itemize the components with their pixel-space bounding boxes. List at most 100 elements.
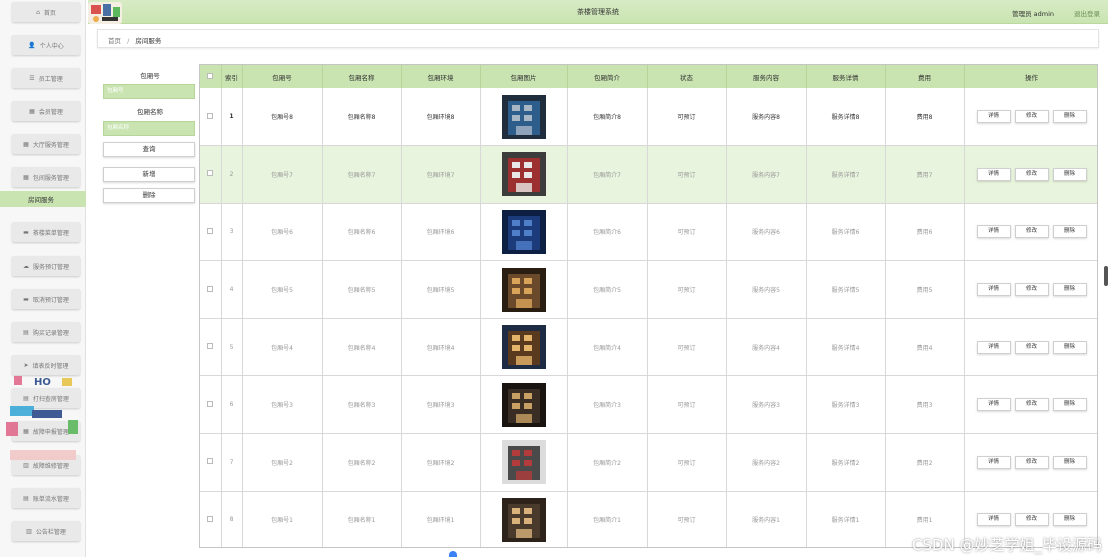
chat-icon: ▬	[23, 228, 29, 236]
row-checkbox[interactable]	[207, 458, 214, 465]
table-row[interactable]: 6 包厢号3 包厢名称3 包厢环境3 包厢简介3 可预订 服务内容3 服务详情3 费用3 详情 修改…	[200, 375, 1097, 435]
cell-env: 包厢环境2	[401, 433, 481, 492]
detail-button[interactable]: 详情	[976, 398, 1011, 412]
grid-icon: ▦	[29, 107, 35, 115]
room-name-input[interactable]: 包厢名称	[103, 121, 195, 136]
sidebar-item-7[interactable]: ▬ 茶楼菜单管理	[12, 222, 80, 242]
sidebar-item-8[interactable]: ☁ 服务预订管理	[12, 256, 80, 276]
edit-button[interactable]: 修改	[1014, 283, 1049, 297]
row-index: 7	[221, 433, 243, 492]
sidebar-item-4[interactable]: ▦ 会员管理	[12, 101, 80, 121]
detail-button[interactable]: 详情	[976, 340, 1011, 354]
edit-button[interactable]: 修改	[1014, 110, 1049, 124]
table-row[interactable]: 4 包厢号5 包厢名称5 包厢环境5 包厢简介5 可预订 服务内容5 服务详情5 费用5 详情 修改…	[200, 260, 1097, 319]
room-image-cell	[480, 203, 568, 262]
row-select-cell[interactable]	[200, 318, 222, 377]
edit-button[interactable]: 修改	[1014, 340, 1049, 354]
query-button[interactable]: 查询	[103, 142, 195, 157]
edit-button[interactable]: 修改	[1014, 398, 1049, 412]
table-row[interactable]: 5 包厢号4 包厢名称4 包厢环境4 包厢简介4 可预订 服务内容4 服务详情4 费用4 详情 修改…	[200, 318, 1097, 377]
sidebar-item-16[interactable]: ▥ 公告栏管理	[12, 521, 80, 541]
cell-fee: 费用8	[885, 88, 965, 147]
delete-button[interactable]: 删除	[1052, 167, 1087, 181]
table-row[interactable]: 3 包厢号6 包厢名称6 包厢环境6 包厢简介6 可预订 服务内容6 服务详情6 费用6 详情 修改…	[200, 203, 1097, 262]
row-checkbox[interactable]	[207, 515, 214, 522]
detail-button[interactable]: 详情	[976, 110, 1011, 124]
doc-icon: ▤	[23, 328, 29, 336]
doc-icon: ▤	[23, 494, 29, 502]
column-header: 服务详情	[806, 65, 886, 88]
sidebar-subitem-room-service[interactable]: 房间服务	[0, 191, 86, 207]
edit-button[interactable]: 修改	[1014, 167, 1049, 181]
cell-detail: 服务详情4	[806, 318, 886, 377]
sidebar-item-9[interactable]: ▬ 取消预订管理	[12, 289, 80, 309]
edit-button[interactable]: 修改	[1014, 513, 1049, 527]
cell-env: 包厢环境7	[401, 145, 481, 204]
page-scrollbar[interactable]	[1104, 266, 1108, 286]
sidebar-item-6[interactable]: ▦ 包间服务管理	[12, 167, 80, 187]
room-no-input[interactable]: 包厢号	[103, 84, 195, 99]
detail-button[interactable]: 详情	[976, 283, 1011, 297]
room-no-label: 包厢号	[140, 72, 160, 80]
detail-button[interactable]: 详情	[976, 167, 1011, 181]
row-select-cell[interactable]	[200, 88, 222, 147]
delete-button[interactable]: 删除	[1052, 225, 1087, 239]
logout-link[interactable]: 退出登录	[1074, 8, 1100, 18]
delete-button[interactable]: 删除	[1052, 283, 1087, 297]
delete-button[interactable]: 删除	[1052, 110, 1087, 124]
breadcrumb-home[interactable]: 首页	[108, 37, 121, 45]
delete-button[interactable]: 删除	[1052, 340, 1087, 354]
delete-button[interactable]: 删除	[1052, 513, 1087, 527]
scroll-indicator[interactable]	[449, 551, 457, 557]
sidebar-item-1[interactable]: ⌂ 首页	[12, 2, 80, 22]
sidebar-item-3[interactable]: ☰ 员工管理	[12, 68, 80, 88]
sidebar-item-label: 包间服务管理	[32, 174, 69, 182]
table-row[interactable]: 7 包厢号2 包厢名称2 包厢环境2 包厢简介2 可预订 服务内容2 服务详情2 费用2 详情 修改…	[200, 433, 1097, 492]
cell-content: 服务内容6	[726, 203, 807, 262]
sidebar-item-label: 个人中心	[39, 42, 64, 50]
row-checkbox[interactable]	[207, 170, 214, 177]
grid-icon: ▦	[23, 173, 29, 181]
delete-button[interactable]: 删除	[1052, 398, 1087, 412]
svg-text:HO: HO	[34, 377, 51, 388]
select-all-checkbox[interactable]	[207, 72, 214, 79]
row-checkbox[interactable]	[207, 227, 214, 234]
detail-button[interactable]: 详情	[976, 455, 1011, 469]
table-row[interactable]: 1 包厢号8 包厢名称8 包厢环境8 包厢简介8 可预订 服务内容8 服务详情8 费用8 详情 修改…	[200, 88, 1097, 147]
row-checkbox[interactable]	[207, 343, 214, 350]
room-image-cell	[480, 433, 568, 492]
row-actions: 详情 修改 删除	[964, 375, 1097, 435]
chat-icon: ▬	[23, 295, 29, 303]
room-image-cell	[480, 145, 568, 204]
edit-button[interactable]: 修改	[1014, 455, 1049, 469]
select-all-header[interactable]	[200, 65, 222, 88]
row-select-cell[interactable]	[200, 260, 222, 319]
row-select-cell[interactable]	[200, 375, 222, 435]
cell-intro: 包厢简介1	[567, 491, 648, 547]
sidebar-item-10[interactable]: ▤ 购买记录管理	[12, 322, 80, 342]
edit-button[interactable]: 修改	[1014, 225, 1049, 239]
delete-button[interactable]: 删除	[1052, 455, 1087, 469]
row-select-cell[interactable]	[200, 145, 222, 204]
add-button[interactable]: 新增	[103, 167, 195, 182]
row-checkbox[interactable]	[207, 112, 214, 119]
sidebar-item-5[interactable]: ▦ 大厅服务管理	[12, 134, 80, 154]
room-image-cell	[480, 491, 568, 547]
row-select-cell[interactable]	[200, 491, 222, 547]
sidebar-item-2[interactable]: 👤 个人中心	[12, 35, 80, 55]
sidebar-item-15[interactable]: ▤ 账单流水管理	[12, 488, 80, 508]
cell-env: 包厢环境3	[401, 375, 481, 435]
cell-status: 可预订	[647, 260, 727, 319]
table-row[interactable]: 2 包厢号7 包厢名称7 包厢环境7 包厢简介7 可预订 服务内容7 服务详情7 费用7 详情 修改…	[200, 145, 1097, 204]
row-select-cell[interactable]	[200, 203, 222, 262]
row-checkbox[interactable]	[207, 285, 214, 292]
batch-delete-button[interactable]: 删除	[103, 188, 195, 203]
sidebar-decoration-icon: HO	[6, 376, 78, 460]
row-checkbox[interactable]	[207, 400, 214, 407]
row-select-cell[interactable]	[200, 433, 222, 492]
detail-button[interactable]: 详情	[976, 225, 1011, 239]
sidebar-item-label: 公告栏管理	[35, 528, 66, 536]
detail-button[interactable]: 详情	[976, 513, 1011, 527]
row-index: 8	[221, 491, 243, 547]
sidebar-item-label: 茶楼菜单管理	[32, 229, 69, 237]
